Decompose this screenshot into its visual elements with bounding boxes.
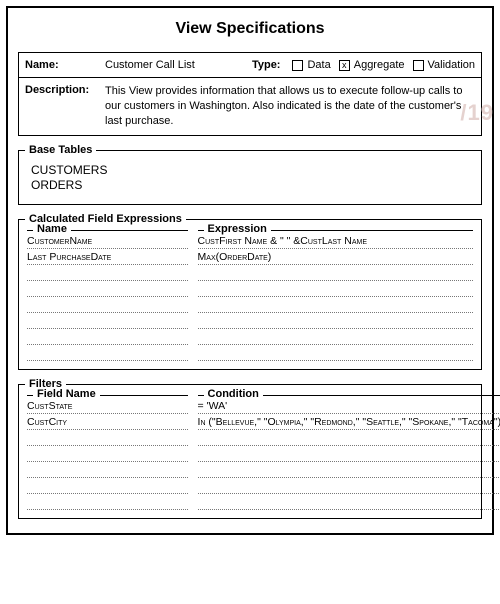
filters-fieldset: Filters Field Name CustStateCustCity Con… — [18, 384, 482, 519]
filter-name-col: Field Name CustStateCustCity — [27, 395, 188, 510]
table-row — [198, 345, 473, 361]
table-row — [198, 329, 473, 345]
table-row: In ("Bellevue," "Olympia," "Redmond," "S… — [198, 414, 500, 430]
filter-cond-header: Condition — [204, 388, 263, 400]
table-row: Last PurchaseDate — [27, 249, 188, 265]
type-group: Type: Data x Aggregate Validation — [252, 59, 475, 71]
table-row — [198, 494, 500, 510]
table-row: CustState — [27, 398, 188, 414]
description-value: This View provides information that allo… — [105, 84, 475, 129]
table-row — [27, 297, 188, 313]
table-row: Max(OrderDate) — [198, 249, 473, 265]
checkbox-icon: x — [339, 60, 350, 71]
table-row — [198, 462, 500, 478]
table-row — [27, 430, 188, 446]
type-label: Type: — [252, 59, 281, 71]
base-tables-list: CUSTOMERSORDERS — [27, 161, 473, 196]
name-value: Customer Call List — [105, 59, 195, 71]
meta-row-description: Description: This View provides informat… — [19, 77, 481, 135]
calc-name-col: Name CustomerNameLast PurchaseDate — [27, 230, 188, 361]
table-row — [27, 313, 188, 329]
table-row — [198, 297, 473, 313]
table-row — [198, 478, 500, 494]
calc-expr-header: Expression — [204, 223, 271, 235]
checkbox-icon — [292, 60, 303, 71]
type-option-data[interactable]: Data — [292, 59, 330, 71]
table-row — [198, 446, 500, 462]
table-row — [27, 281, 188, 297]
table-row — [198, 313, 473, 329]
filter-cond-col: Condition = 'WA'In ("Bellevue," "Olympia… — [198, 395, 500, 510]
type-option-label: Data — [307, 59, 330, 71]
meta-box: Name: Customer Call List Type: Data x Ag… — [18, 52, 482, 136]
calculated-fieldset: Calculated Field Expressions Name Custom… — [18, 219, 482, 370]
type-option-validation[interactable]: Validation — [413, 59, 476, 71]
meta-row-name: Name: Customer Call List Type: Data x Ag… — [19, 53, 481, 77]
base-table-item: ORDERS — [31, 178, 469, 194]
calc-expr-col: Expression CustFirst Name & " " &CustLas… — [198, 230, 473, 361]
table-row: CustFirst Name & " " &CustLast Name — [198, 233, 473, 249]
calc-name-header: Name — [33, 223, 71, 235]
table-row — [27, 329, 188, 345]
view-spec-page: /19 View Specifications Name: Customer C… — [6, 6, 494, 535]
checkbox-icon — [413, 60, 424, 71]
table-row — [27, 345, 188, 361]
base-tables-legend: Base Tables — [25, 144, 96, 156]
table-row: = 'WA' — [198, 398, 500, 414]
base-tables-fieldset: Base Tables CUSTOMERSORDERS — [18, 150, 482, 205]
type-option-aggregate[interactable]: x Aggregate — [339, 59, 405, 71]
type-option-label: Aggregate — [354, 59, 405, 71]
table-row — [198, 281, 473, 297]
table-row — [27, 478, 188, 494]
type-option-label: Validation — [428, 59, 476, 71]
table-row — [27, 265, 188, 281]
table-row: CustCity — [27, 414, 188, 430]
table-row — [198, 430, 500, 446]
filter-name-header: Field Name — [33, 388, 100, 400]
base-table-item: CUSTOMERS — [31, 163, 469, 179]
description-label: Description: — [25, 84, 105, 96]
table-row — [198, 265, 473, 281]
table-row — [27, 462, 188, 478]
table-row — [27, 446, 188, 462]
page-title: View Specifications — [18, 20, 482, 38]
name-label: Name: — [25, 59, 105, 71]
table-row — [27, 494, 188, 510]
table-row: CustomerName — [27, 233, 188, 249]
